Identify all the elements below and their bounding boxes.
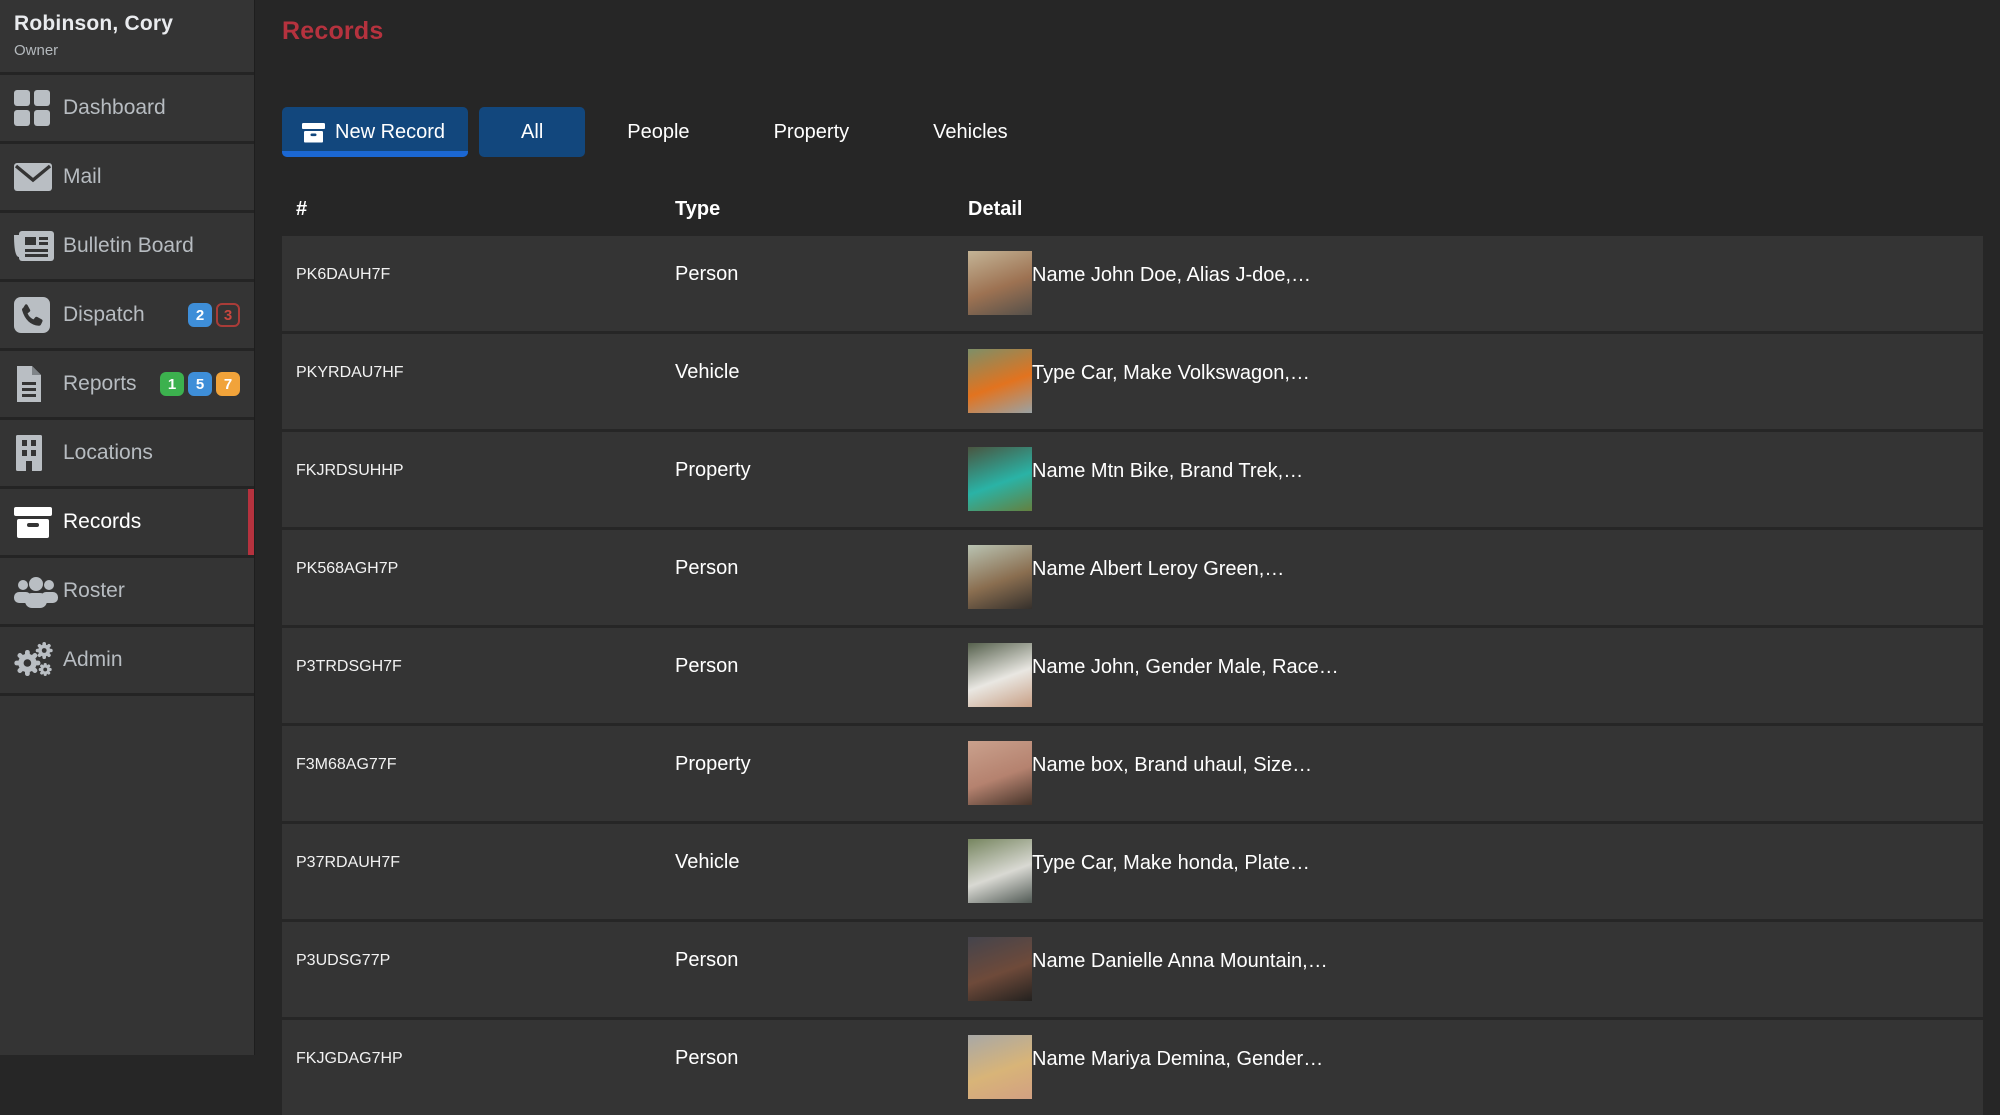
reports-badge-green: 1	[160, 372, 184, 396]
reports-badge-blue: 5	[188, 372, 212, 396]
record-detail: Name box, Brand uhaul, Size…	[1032, 726, 1312, 777]
sidebar-item-reports[interactable]: Reports 1 5 7	[0, 351, 254, 420]
archive-box-icon	[302, 122, 325, 143]
sidebar-item-label: Roster	[63, 579, 125, 603]
table-row[interactable]: PK568AGH7P Person Name Albert Leroy Gree…	[282, 530, 1983, 625]
page-title: Records	[282, 17, 1983, 46]
dispatch-badge-active: 2	[188, 303, 212, 327]
new-record-label: New Record	[335, 121, 445, 144]
sidebar-item-label: Dispatch	[63, 303, 145, 327]
record-type: Person	[675, 530, 968, 625]
sidebar-item-label: Admin	[63, 648, 123, 672]
table-row[interactable]: PK6DAUH7F Person Name John Doe, Alias J-…	[282, 236, 1983, 331]
filter-tab-property[interactable]: Property	[732, 107, 892, 157]
record-photo	[968, 937, 1032, 1001]
record-photo	[968, 643, 1032, 707]
record-photo	[968, 251, 1032, 315]
record-type: Person	[675, 1020, 968, 1115]
user-role: Owner	[14, 42, 240, 59]
table-row[interactable]: FKJGDAG7HP Person Name Mariya Demina, Ge…	[282, 1020, 1983, 1115]
dispatch-badges: 2 3	[188, 303, 240, 327]
header-detail: Detail	[968, 198, 1983, 221]
record-photo	[968, 447, 1032, 511]
sidebar-item-admin[interactable]: Admin	[0, 627, 254, 696]
sidebar-item-label: Bulletin Board	[63, 234, 194, 258]
record-type: Property	[675, 726, 968, 821]
sidebar-item-dispatch[interactable]: Dispatch 2 3	[0, 282, 254, 351]
sidebar-item-mail[interactable]: Mail	[0, 144, 254, 213]
table-row[interactable]: P3UDSG77P Person Name Danielle Anna Moun…	[282, 922, 1983, 1017]
record-type: Vehicle	[675, 334, 968, 429]
record-type: Person	[675, 628, 968, 723]
sidebar-item-locations[interactable]: Locations	[0, 420, 254, 489]
sidebar-item-label: Mail	[63, 165, 102, 189]
record-detail: Type Car, Make honda, Plate…	[1032, 824, 1310, 875]
sidebar: Robinson, Cory Owner Dashboard Mail	[0, 0, 255, 1055]
archive-box-icon	[14, 502, 58, 542]
table-row[interactable]: FKJRDSUHHP Property Name Mtn Bike, Brand…	[282, 432, 1983, 527]
record-id: P3TRDSGH7F	[282, 628, 675, 723]
sidebar-item-label: Locations	[63, 441, 153, 465]
record-photo	[968, 545, 1032, 609]
record-detail: Name John, Gender Male, Race…	[1032, 628, 1339, 679]
user-name: Robinson, Cory	[14, 12, 240, 36]
table-row[interactable]: F3M68AG77F Property Name box, Brand uhau…	[282, 726, 1983, 821]
new-record-button[interactable]: New Record	[282, 107, 468, 157]
filter-tab-all[interactable]: All	[479, 107, 585, 157]
record-type: Person	[675, 236, 968, 331]
sidebar-item-records[interactable]: Records	[0, 489, 254, 558]
record-photo	[968, 1035, 1032, 1099]
dashboard-icon	[14, 88, 58, 128]
building-icon	[14, 433, 58, 473]
record-photo	[968, 839, 1032, 903]
record-id: FKJRDSUHHP	[282, 432, 675, 527]
table-header: # Type Detail	[282, 185, 1983, 233]
reports-badge-orange: 7	[216, 372, 240, 396]
record-detail: Name Mariya Demina, Gender…	[1032, 1020, 1323, 1071]
user-block[interactable]: Robinson, Cory Owner	[0, 0, 254, 75]
sidebar-item-label: Records	[63, 510, 141, 534]
record-id: FKJGDAG7HP	[282, 1020, 675, 1115]
records-table: # Type Detail PK6DAUH7F Person Name John…	[282, 185, 1983, 1115]
record-type: Property	[675, 432, 968, 527]
sidebar-item-label: Dashboard	[63, 96, 166, 120]
record-id: PKYRDAU7HF	[282, 334, 675, 429]
record-id: PK6DAUH7F	[282, 236, 675, 331]
table-row[interactable]: P3TRDSGH7F Person Name John, Gender Male…	[282, 628, 1983, 723]
table-row[interactable]: P37RDAUH7F Vehicle Type Car, Make honda,…	[282, 824, 1983, 919]
record-detail: Name Albert Leroy Green,…	[1032, 530, 1284, 581]
file-icon	[14, 364, 58, 404]
sidebar-item-roster[interactable]: Roster	[0, 558, 254, 627]
reports-badges: 1 5 7	[160, 372, 240, 396]
record-id: F3M68AG77F	[282, 726, 675, 821]
people-icon	[14, 571, 58, 611]
record-type: Vehicle	[675, 824, 968, 919]
table-row[interactable]: PKYRDAU7HF Vehicle Type Car, Make Volksw…	[282, 334, 1983, 429]
sidebar-item-label: Reports	[63, 372, 137, 396]
record-id: PK568AGH7P	[282, 530, 675, 625]
filter-tab-vehicles[interactable]: Vehicles	[891, 107, 1050, 157]
record-photo	[968, 741, 1032, 805]
main-content: Records New Record All People Property V…	[256, 0, 2000, 1055]
sidebar-item-dashboard[interactable]: Dashboard	[0, 75, 254, 144]
record-detail: Name Danielle Anna Mountain,…	[1032, 922, 1328, 973]
header-number: #	[282, 198, 675, 221]
phone-icon	[14, 295, 58, 335]
record-photo	[968, 349, 1032, 413]
gears-icon	[14, 640, 58, 680]
record-id: P3UDSG77P	[282, 922, 675, 1017]
record-detail: Type Car, Make Volkswagon,…	[1032, 334, 1310, 385]
dispatch-badge-pending: 3	[216, 303, 240, 327]
toolbar: New Record All People Property Vehicles	[282, 107, 1983, 157]
record-detail: Name John Doe, Alias J-doe,…	[1032, 236, 1311, 287]
record-type: Person	[675, 922, 968, 1017]
header-type: Type	[675, 198, 968, 221]
record-id: P37RDAUH7F	[282, 824, 675, 919]
record-detail: Name Mtn Bike, Brand Trek,…	[1032, 432, 1303, 483]
sidebar-item-bulletin-board[interactable]: Bulletin Board	[0, 213, 254, 282]
mail-icon	[14, 157, 58, 197]
record-filters: All People Property Vehicles	[479, 107, 1050, 157]
filter-tab-people[interactable]: People	[585, 107, 731, 157]
newspaper-icon	[14, 226, 58, 266]
